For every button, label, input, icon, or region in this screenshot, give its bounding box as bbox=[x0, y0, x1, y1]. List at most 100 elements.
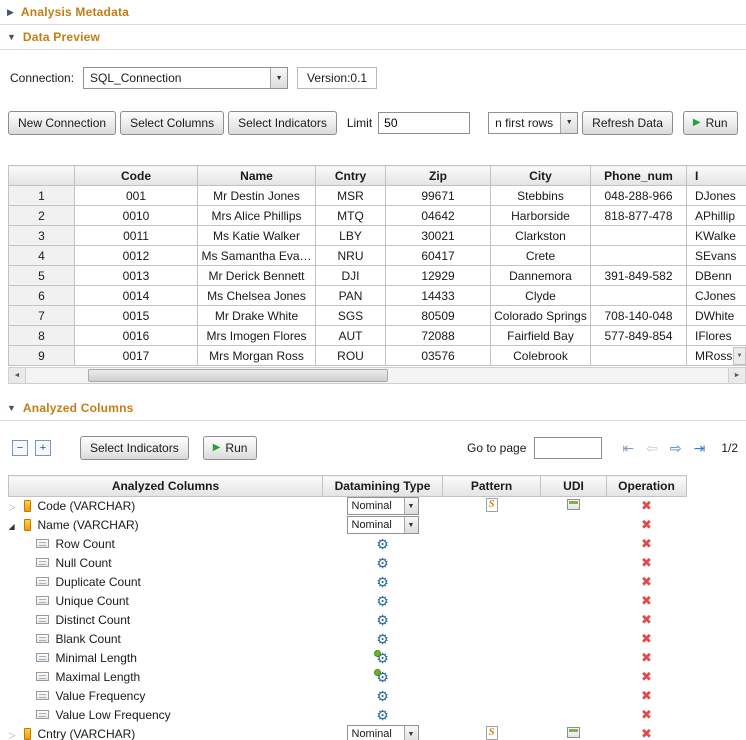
indicator-options-gear-icon[interactable]: ⚙ bbox=[376, 689, 389, 703]
preview-row: 20010Mrs Alice PhillipsMTQ04642Harborsid… bbox=[9, 206, 746, 226]
select-indicators-button[interactable]: Select Indicators bbox=[228, 111, 337, 135]
header-analyzed-columns: Analyzed Columns bbox=[9, 476, 323, 497]
section-analyzed-columns[interactable]: ▼ Analyzed Columns bbox=[0, 396, 746, 421]
header-pattern: Pattern bbox=[443, 476, 541, 497]
indicator-label: Value Low Frequency bbox=[56, 708, 171, 722]
column-header-phone: Phone_num bbox=[591, 166, 687, 186]
run-button[interactable]: ▶ Run bbox=[203, 436, 258, 460]
expand-all-button[interactable]: + bbox=[35, 440, 51, 456]
indicator-icon bbox=[36, 634, 49, 643]
row-number-header bbox=[9, 166, 75, 186]
indicator-options-gear-icon[interactable]: ⚙ bbox=[376, 537, 389, 551]
tree-collapsed-icon[interactable]: ▷ bbox=[9, 502, 22, 513]
refresh-data-button[interactable]: Refresh Data bbox=[582, 111, 673, 135]
scroll-left-button[interactable]: ◄ bbox=[9, 368, 26, 383]
indicator-options-gear-icon[interactable]: ⚙ bbox=[376, 594, 389, 608]
delete-operation-icon[interactable]: ✖ bbox=[641, 517, 652, 532]
scroll-right-button[interactable]: ► bbox=[728, 368, 745, 383]
column-icon bbox=[24, 728, 31, 740]
new-connection-button[interactable]: New Connection bbox=[8, 111, 116, 135]
collapsed-twistie-icon[interactable]: ▶ bbox=[7, 8, 14, 17]
chevron-down-icon[interactable]: ▼ bbox=[404, 726, 418, 740]
delete-operation-icon[interactable]: ✖ bbox=[641, 612, 652, 627]
ac-grid-body: ▷Code (VARCHAR)Nominal▼S✖◢Name (VARCHAR)… bbox=[9, 497, 687, 740]
delete-operation-icon[interactable]: ✖ bbox=[641, 536, 652, 551]
delete-operation-icon[interactable]: ✖ bbox=[641, 650, 652, 665]
previous-page-icon[interactable]: ⇦ bbox=[646, 441, 658, 455]
analyzed-column-row: ◢Name (VARCHAR)Nominal▼✖ bbox=[9, 516, 687, 535]
tree-expanded-icon[interactable]: ◢ bbox=[9, 522, 22, 531]
delete-operation-icon[interactable]: ✖ bbox=[641, 593, 652, 608]
delete-operation-icon[interactable]: ✖ bbox=[641, 574, 652, 589]
limit-label: Limit bbox=[347, 116, 372, 130]
indicator-options-gear-icon[interactable]: ⚙ bbox=[376, 651, 389, 665]
data-preview-title: Data Preview bbox=[23, 30, 100, 44]
grid-cell: 0016 bbox=[75, 326, 198, 346]
delete-operation-icon[interactable]: ✖ bbox=[641, 688, 652, 703]
grid-cell: SGS bbox=[316, 306, 386, 326]
add-udi-icon[interactable] bbox=[567, 727, 580, 738]
grid-cell: 99671 bbox=[386, 186, 491, 206]
delete-operation-icon[interactable]: ✖ bbox=[641, 555, 652, 570]
datamining-type-select[interactable]: Nominal▼ bbox=[347, 497, 419, 515]
section-analysis-metadata[interactable]: ▶ Analysis Metadata bbox=[0, 0, 746, 25]
chevron-down-icon[interactable]: ▼ bbox=[404, 517, 418, 533]
play-icon: ▶ bbox=[213, 443, 221, 453]
horizontal-scrollbar[interactable]: ◄ ► bbox=[8, 367, 746, 384]
add-pattern-icon[interactable]: S bbox=[486, 498, 498, 512]
header-datamining-type: Datamining Type bbox=[323, 476, 443, 497]
datamining-type-select[interactable]: Nominal▼ bbox=[347, 516, 419, 534]
vertical-scrollbar-down-button[interactable]: ▼ bbox=[733, 347, 746, 365]
delete-operation-icon[interactable]: ✖ bbox=[641, 726, 652, 740]
rows-mode-select[interactable]: n first rows ▼ bbox=[488, 112, 578, 134]
delete-operation-icon[interactable]: ✖ bbox=[641, 631, 652, 646]
delete-operation-icon[interactable]: ✖ bbox=[641, 669, 652, 684]
indicator-options-gear-icon[interactable]: ⚙ bbox=[376, 670, 389, 684]
expanded-twistie-icon[interactable]: ▼ bbox=[7, 404, 16, 413]
select-indicators-button[interactable]: Select Indicators bbox=[80, 436, 189, 460]
indicator-options-gear-icon[interactable]: ⚙ bbox=[376, 708, 389, 722]
indicator-options-gear-icon[interactable]: ⚙ bbox=[376, 556, 389, 570]
indicator-row: Row Count⚙✖ bbox=[9, 535, 687, 554]
grid-cell: Harborside bbox=[491, 206, 591, 226]
indicator-icon bbox=[36, 577, 49, 586]
indicator-options-gear-icon[interactable]: ⚙ bbox=[376, 632, 389, 646]
datamining-type-select[interactable]: Nominal▼ bbox=[347, 725, 419, 740]
next-page-icon[interactable]: ⇨ bbox=[670, 441, 682, 455]
scrollbar-track[interactable] bbox=[26, 368, 728, 383]
grid-cell: 03576 bbox=[386, 346, 491, 366]
rows-mode-value: n first rows bbox=[489, 116, 560, 130]
scrollbar-thumb[interactable] bbox=[88, 369, 388, 382]
add-udi-icon[interactable] bbox=[567, 499, 580, 510]
column-header-name: Name bbox=[198, 166, 316, 186]
indicator-options-gear-icon[interactable]: ⚙ bbox=[376, 575, 389, 589]
collapse-all-button[interactable]: − bbox=[12, 440, 28, 456]
expanded-twistie-icon[interactable]: ▼ bbox=[7, 33, 16, 42]
grid-cell: Mrs Alice Phillips bbox=[198, 206, 316, 226]
scroll-down-icon: ▼ bbox=[737, 353, 743, 359]
grid-cell: Dannemora bbox=[491, 266, 591, 286]
grid-cell: 04642 bbox=[386, 206, 491, 226]
last-page-icon[interactable]: ⇥ bbox=[694, 441, 706, 455]
limit-input[interactable] bbox=[378, 112, 470, 134]
chevron-down-icon[interactable]: ▼ bbox=[560, 113, 577, 133]
indicator-icon bbox=[36, 691, 49, 700]
connection-select[interactable]: SQL_Connection ▼ bbox=[83, 67, 288, 89]
grid-cell: Clyde bbox=[491, 286, 591, 306]
chevron-down-icon[interactable]: ▼ bbox=[404, 498, 418, 514]
indicator-options-gear-icon[interactable]: ⚙ bbox=[376, 613, 389, 627]
tree-collapsed-icon[interactable]: ▷ bbox=[9, 730, 22, 740]
delete-operation-icon[interactable]: ✖ bbox=[641, 707, 652, 722]
chevron-down-icon[interactable]: ▼ bbox=[270, 68, 287, 88]
delete-operation-icon[interactable]: ✖ bbox=[641, 498, 652, 513]
goto-page-input[interactable] bbox=[534, 437, 602, 459]
section-data-preview[interactable]: ▼ Data Preview bbox=[0, 25, 746, 50]
first-page-icon[interactable]: ⇤ bbox=[622, 441, 634, 455]
add-pattern-icon[interactable]: S bbox=[486, 726, 498, 740]
grid-cell: DJones bbox=[687, 186, 746, 206]
goto-page-label: Go to page bbox=[467, 441, 526, 455]
run-label: Run bbox=[706, 116, 728, 130]
select-columns-button[interactable]: Select Columns bbox=[120, 111, 224, 135]
indicator-row: Null Count⚙✖ bbox=[9, 554, 687, 573]
run-button[interactable]: ▶ Run bbox=[683, 111, 738, 135]
